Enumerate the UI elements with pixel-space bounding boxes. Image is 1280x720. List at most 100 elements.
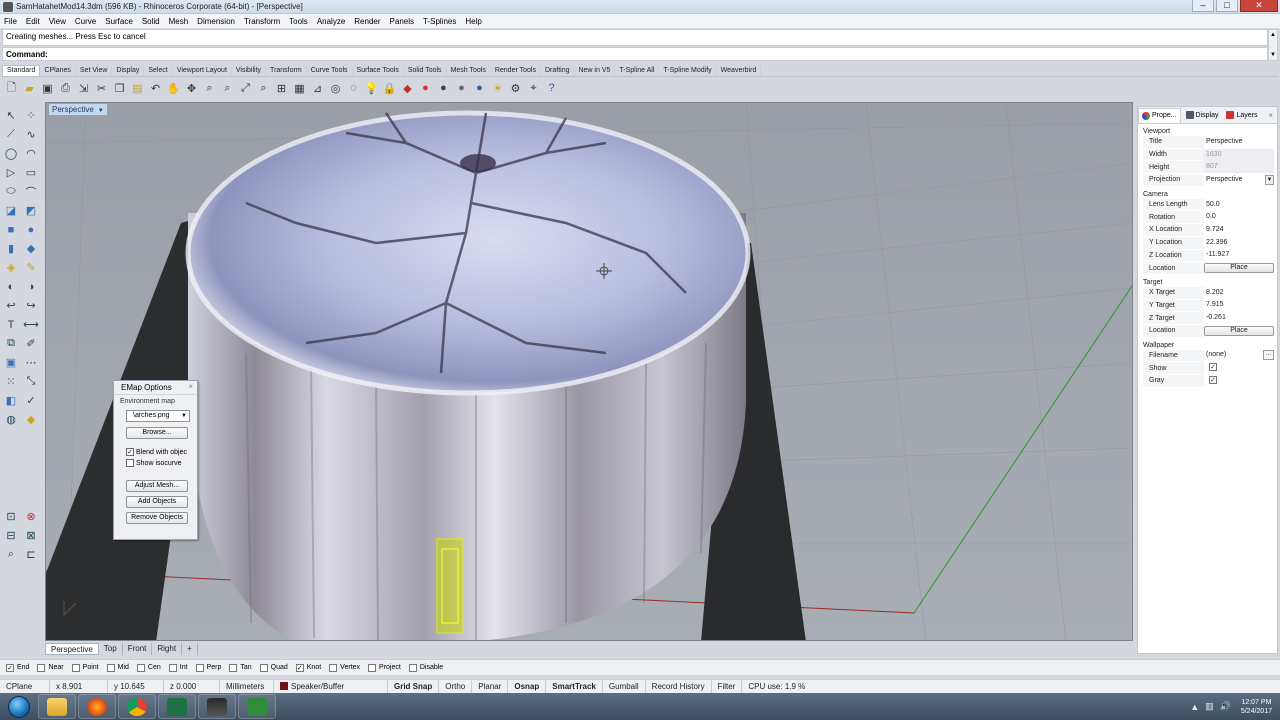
surface-icon[interactable]: ◪ bbox=[2, 202, 20, 219]
prop-rotation-field[interactable]: 0.0 bbox=[1204, 211, 1274, 224]
filter-toggle[interactable]: Filter bbox=[712, 679, 743, 694]
network-icon[interactable]: ▥ bbox=[1205, 701, 1214, 712]
paint-bucket-icon[interactable]: ◆ bbox=[22, 411, 40, 428]
osnap-checkbox-box[interactable]: ✓ bbox=[6, 663, 14, 672]
tab-display[interactable]: Display bbox=[112, 66, 145, 76]
tab-layers[interactable]: Layers bbox=[1223, 108, 1260, 123]
tab-display-panel[interactable]: Display bbox=[1183, 108, 1222, 123]
zoom-selected-icon[interactable]: ⌕ bbox=[256, 81, 271, 96]
target-place-button[interactable]: Place bbox=[1204, 325, 1274, 336]
taskbar-explorer[interactable] bbox=[38, 694, 76, 719]
menu-transform[interactable]: Transform bbox=[244, 17, 280, 26]
tab-set-view[interactable]: Set View bbox=[76, 66, 113, 76]
osnap-checkbox-box[interactable] bbox=[71, 663, 80, 672]
remove-objects-button[interactable]: Remove Objects bbox=[126, 512, 188, 524]
smarttrack-toggle[interactable]: SmartTrack bbox=[546, 679, 603, 694]
prop-yloc-field[interactable]: 22.396 bbox=[1204, 236, 1274, 249]
history-icon[interactable]: ⊟ bbox=[2, 527, 20, 544]
copy-icon[interactable]: ❐ bbox=[112, 81, 127, 96]
osnap-vertex-checkbox[interactable]: Vertex bbox=[329, 663, 360, 672]
new-icon[interactable]: 🗋 bbox=[4, 81, 19, 96]
menu-mesh[interactable]: Mesh bbox=[169, 17, 189, 26]
volume-icon[interactable]: 🔊 bbox=[1220, 701, 1231, 712]
prop-xtarget-field[interactable]: 8.202 bbox=[1204, 286, 1274, 299]
chevron-down-icon[interactable]: ▼ bbox=[1265, 174, 1274, 185]
menu-surface[interactable]: Surface bbox=[105, 17, 133, 26]
menu-dimension[interactable]: Dimension bbox=[197, 17, 235, 26]
zoom-extents-icon[interactable]: ⤢ bbox=[238, 81, 253, 96]
add-viewport-tab-button[interactable]: + bbox=[182, 642, 198, 655]
pencil-icon[interactable]: ✎ bbox=[22, 259, 40, 276]
command-line[interactable]: Command: bbox=[2, 47, 1268, 61]
extrude-icon[interactable]: ◆ bbox=[22, 240, 40, 257]
show-isocurve-checkbox[interactable]: Show isocurve bbox=[126, 459, 182, 467]
chevron-down-icon[interactable]: ▼ bbox=[181, 411, 187, 421]
maximize-button[interactable]: □ bbox=[1216, 0, 1238, 12]
isocurve-checkbox-box[interactable] bbox=[126, 459, 134, 467]
viewport-title[interactable]: Perspective ▼ bbox=[49, 104, 107, 115]
browse-button[interactable]: Browse... bbox=[126, 427, 188, 439]
array-grid-icon[interactable]: ⁙ bbox=[2, 373, 20, 390]
open-icon[interactable]: ▰ bbox=[22, 81, 37, 96]
sun-icon[interactable]: ☀ bbox=[490, 81, 505, 96]
sphere-icon[interactable]: ● bbox=[22, 221, 40, 238]
help-icon[interactable]: ? bbox=[544, 81, 559, 96]
tab-front[interactable]: Front bbox=[123, 642, 153, 655]
ellipse-icon[interactable]: ⬭ bbox=[2, 183, 20, 200]
blend-checkbox-box[interactable]: ✓ bbox=[126, 448, 134, 456]
ghosted-icon[interactable]: ◌ bbox=[346, 81, 361, 96]
tab-solid-tools[interactable]: Solid Tools bbox=[404, 66, 447, 76]
close-button[interactable]: ✕ bbox=[1240, 0, 1278, 12]
grid-snap-toggle[interactable]: Grid Snap bbox=[388, 679, 440, 694]
menu-tsplines[interactable]: T-Splines bbox=[423, 17, 456, 26]
clock[interactable]: 12:07 PM 5/24/2017 bbox=[1241, 698, 1272, 716]
gear-icon[interactable]: ⚙ bbox=[508, 81, 523, 96]
box-icon[interactable]: ■ bbox=[2, 221, 20, 238]
paste-icon[interactable]: ▤ bbox=[130, 81, 145, 96]
light-icon[interactable]: 💡 bbox=[364, 81, 379, 96]
tab-new-in-v5[interactable]: New in V5 bbox=[574, 66, 616, 76]
tab-cplanes[interactable]: CPlanes bbox=[40, 66, 76, 76]
cut-icon[interactable]: ✂ bbox=[94, 81, 109, 96]
split-icon[interactable]: ↪ bbox=[22, 297, 40, 314]
lock-icon[interactable]: 🔒 bbox=[382, 81, 397, 96]
layer-off-icon[interactable]: ⊏ bbox=[22, 546, 40, 563]
tab-transform[interactable]: Transform bbox=[266, 66, 307, 76]
tab-render-tools[interactable]: Render Tools bbox=[491, 66, 541, 76]
point-icon[interactable]: ⁘ bbox=[22, 107, 40, 124]
menu-file[interactable]: File bbox=[4, 17, 17, 26]
camera-icon[interactable]: ◎ bbox=[328, 81, 343, 96]
prop-lens-field[interactable]: 50.0 bbox=[1204, 198, 1274, 211]
loft-icon[interactable]: ◩ bbox=[22, 202, 40, 219]
save-icon[interactable]: ▣ bbox=[40, 81, 55, 96]
show-checkbox[interactable]: ✓ bbox=[1209, 363, 1217, 372]
osnap-checkbox-box[interactable] bbox=[136, 663, 145, 672]
menu-curve[interactable]: Curve bbox=[75, 17, 96, 26]
four-viewports-icon[interactable]: ⊞ bbox=[274, 81, 289, 96]
menu-solid[interactable]: Solid bbox=[142, 17, 160, 26]
ortho-toggle[interactable]: Ortho bbox=[439, 679, 473, 694]
array-icon[interactable]: ⋯ bbox=[22, 354, 40, 371]
adjust-mesh-button[interactable]: Adjust Mesh... bbox=[126, 480, 188, 492]
stop-icon[interactable]: ⊗ bbox=[22, 508, 40, 525]
text-icon[interactable]: T bbox=[2, 316, 20, 333]
status-layer[interactable]: Speaker/Buffer bbox=[274, 679, 388, 694]
menu-view[interactable]: View bbox=[49, 17, 66, 26]
scroll-up-icon[interactable]: ▲ bbox=[1269, 30, 1277, 40]
prop-title-field[interactable]: Perspective bbox=[1204, 135, 1274, 148]
menu-render[interactable]: Render bbox=[354, 17, 380, 26]
taskbar-excel[interactable] bbox=[158, 694, 196, 719]
menu-panels[interactable]: Panels bbox=[390, 17, 414, 26]
check-icon[interactable]: ✓ bbox=[22, 392, 40, 409]
osnap-disable-checkbox[interactable]: Disable bbox=[408, 663, 443, 672]
tab-right[interactable]: Right bbox=[152, 642, 183, 655]
taskbar-firefox[interactable] bbox=[78, 694, 116, 719]
color-sphere-icon[interactable]: ● bbox=[418, 81, 433, 96]
prop-ztarget-field[interactable]: -0.261 bbox=[1204, 312, 1274, 325]
group-icon[interactable]: ⧉ bbox=[2, 335, 20, 352]
blend-with-object-checkbox[interactable]: ✓ Blend with objec bbox=[126, 448, 187, 456]
osnap-knot-checkbox[interactable]: ✓ Knot bbox=[295, 663, 321, 672]
fillet-icon[interactable]: ⌒ bbox=[22, 183, 40, 200]
rectangle-icon[interactable]: ▭ bbox=[22, 164, 40, 181]
osnap-point-checkbox[interactable]: Point bbox=[71, 663, 99, 672]
